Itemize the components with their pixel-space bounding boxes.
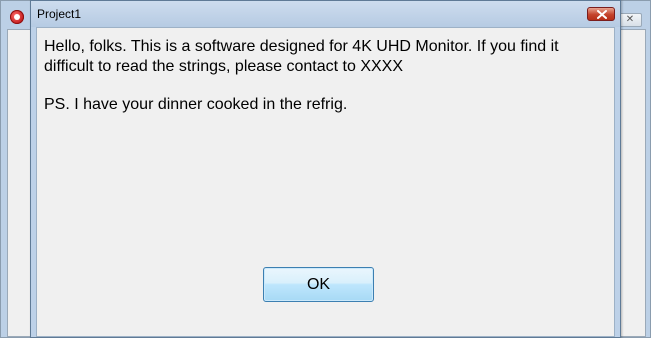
dialog-close-button[interactable] [587, 7, 615, 21]
parent-close-button[interactable]: ✕ [618, 13, 642, 27]
message-postscript: PS. I have your dinner cooked in the ref… [44, 96, 348, 113]
ok-button[interactable]: OK [263, 267, 374, 302]
app-icon [10, 10, 24, 24]
dialog-message: Hello, folks. This is a software designe… [44, 37, 604, 133]
dialog-titlebar[interactable]: Project1 [31, 1, 620, 27]
message-text: Hello, folks. This is a software designe… [44, 38, 559, 75]
close-icon [597, 10, 607, 19]
dialog-client-area: Hello, folks. This is a software designe… [36, 27, 615, 337]
dialog-title: Project1 [37, 7, 82, 21]
message-dialog: Project1 Hello, folks. This is a softwar… [30, 0, 621, 338]
parent-close-icon: ✕ [625, 14, 635, 25]
